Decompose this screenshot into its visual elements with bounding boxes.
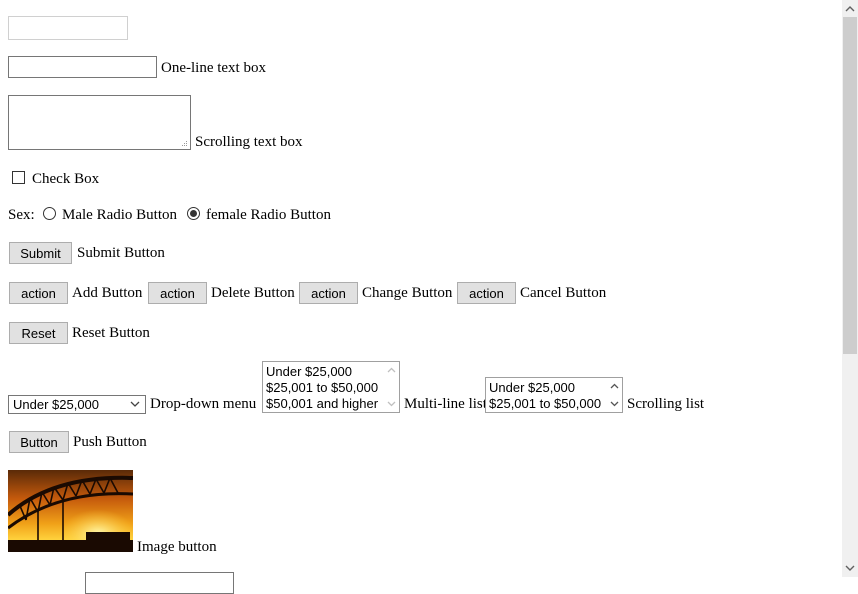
list-item[interactable]: $50,001 and higher xyxy=(266,396,378,412)
scrolling-text-label: Scrolling text box xyxy=(195,134,303,150)
scrolling-list[interactable]: Under $25,000 $25,001 to $50,000 xyxy=(485,377,623,413)
scroll-up-icon[interactable] xyxy=(387,367,396,373)
radio-male-label: Male Radio Button xyxy=(62,207,177,223)
radio-male[interactable] xyxy=(43,207,56,220)
scrolling-textarea[interactable] xyxy=(8,95,191,150)
scroll-down-icon[interactable] xyxy=(610,401,619,407)
list-scrollbar[interactable] xyxy=(384,362,399,412)
delete-button-label: Delete Button xyxy=(211,285,295,301)
list-item[interactable]: $25,001 to $50,000 xyxy=(266,380,378,396)
reset-button[interactable]: Reset xyxy=(9,322,68,344)
delete-action-button[interactable]: action xyxy=(148,282,207,304)
top-text-input[interactable] xyxy=(8,16,128,40)
scroll-down-icon[interactable] xyxy=(387,401,396,407)
resize-grip-icon[interactable] xyxy=(180,139,188,147)
submit-button[interactable]: Submit xyxy=(9,242,72,264)
dropdown-select[interactable]: Under $25,000 xyxy=(8,395,146,414)
scrolling-list-label: Scrolling list xyxy=(627,396,705,412)
radio-female[interactable] xyxy=(187,207,200,220)
dropdown-value: Under $25,000 xyxy=(13,397,100,412)
checkbox[interactable] xyxy=(12,171,25,184)
image-button[interactable] xyxy=(8,470,133,552)
cancel-action-button[interactable]: action xyxy=(457,282,516,304)
list-item[interactable]: $25,001 to $50,000 xyxy=(489,396,601,412)
radio-female-label: female Radio Button xyxy=(206,207,331,223)
scroll-up-icon[interactable] xyxy=(610,383,619,389)
list-item[interactable]: Under $25,000 xyxy=(266,364,352,380)
push-button-label: Push Button xyxy=(73,434,147,450)
dropdown-label: Drop-down menu xyxy=(150,396,257,412)
submit-label: Submit Button xyxy=(77,245,165,261)
chevron-down-icon xyxy=(130,401,140,407)
change-action-button[interactable]: action xyxy=(299,282,358,304)
page-scrollbar[interactable] xyxy=(842,0,858,577)
form-page: One-line text box Scrolling text box Che… xyxy=(0,0,842,594)
multiline-label: Multi-line list xyxy=(404,396,487,412)
one-line-label: One-line text box xyxy=(161,60,266,76)
change-button-label: Change Button xyxy=(362,285,453,301)
add-action-button[interactable]: action xyxy=(9,282,68,304)
image-button-label: Image button xyxy=(137,539,217,555)
sex-label: Sex: xyxy=(8,207,35,223)
checkbox-label: Check Box xyxy=(32,171,100,187)
multiline-list[interactable]: Under $25,000 $25,001 to $50,000 $50,001… xyxy=(262,361,400,413)
add-button-label: Add Button xyxy=(72,285,143,301)
reset-label: Reset Button xyxy=(72,325,150,341)
bottom-text-input[interactable] xyxy=(85,572,234,594)
one-line-text-input[interactable] xyxy=(8,56,157,78)
push-button[interactable]: Button xyxy=(9,431,69,453)
scroll-down-icon[interactable] xyxy=(845,565,855,572)
list-item[interactable]: Under $25,000 xyxy=(489,380,575,396)
scroll-up-icon[interactable] xyxy=(845,5,855,12)
page-scroll-thumb[interactable] xyxy=(843,17,857,354)
list-scrollbar[interactable] xyxy=(607,378,622,412)
cancel-button-label: Cancel Button xyxy=(520,285,607,301)
